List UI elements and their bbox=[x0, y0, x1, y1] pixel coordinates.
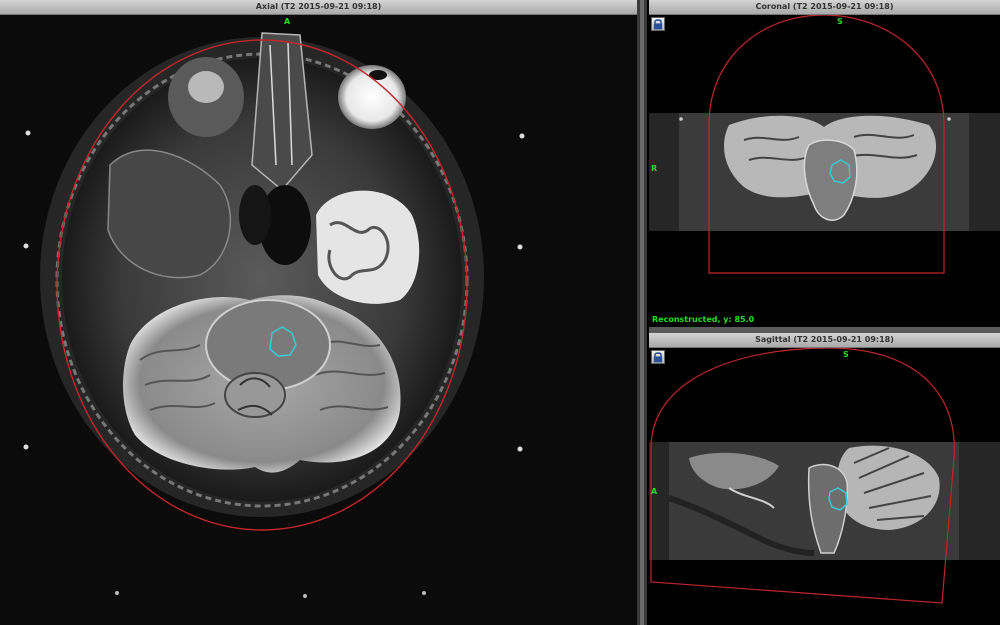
sagittal-view[interactable]: S A bbox=[649, 348, 1000, 625]
sagittal-orientation-left: A bbox=[651, 487, 658, 496]
axial-title: Axial (T2 2015-09-21 09:18) bbox=[0, 0, 637, 15]
coronal-orientation-left: R bbox=[651, 164, 658, 173]
axial-orientation-top: A bbox=[284, 17, 291, 26]
right-temporal-lobe bbox=[316, 190, 420, 304]
vertical-splitter[interactable] bbox=[637, 0, 647, 625]
sagittal-lock-button[interactable] bbox=[651, 350, 665, 364]
coronal-image[interactable] bbox=[649, 15, 1000, 327]
axial-view[interactable]: A bbox=[0, 15, 637, 625]
sagittal-pane: Sagittal (T2 2015-09-21 09:18) S A bbox=[649, 333, 1000, 625]
coronal-pane: Coronal (T2 2015-09-21 09:18) S R Recons… bbox=[649, 0, 1000, 327]
coronal-status: Reconstructed, y: 85.0 bbox=[652, 315, 755, 324]
axial-pane: Axial (T2 2015-09-21 09:18) A bbox=[0, 0, 637, 625]
sagittal-title: Sagittal (T2 2015-09-21 09:18) bbox=[649, 333, 1000, 348]
coronal-lock-button[interactable] bbox=[651, 17, 665, 31]
lock-icon bbox=[653, 352, 663, 363]
lock-icon bbox=[653, 19, 663, 30]
sagittal-image[interactable] bbox=[649, 348, 1000, 625]
coronal-title: Coronal (T2 2015-09-21 09:18) bbox=[649, 0, 1000, 15]
sagittal-orientation-top: S bbox=[843, 350, 849, 359]
axial-image[interactable] bbox=[0, 15, 637, 625]
coronal-view[interactable]: S R Reconstructed, y: 85.0 bbox=[649, 15, 1000, 327]
coronal-orientation-top: S bbox=[837, 17, 843, 26]
